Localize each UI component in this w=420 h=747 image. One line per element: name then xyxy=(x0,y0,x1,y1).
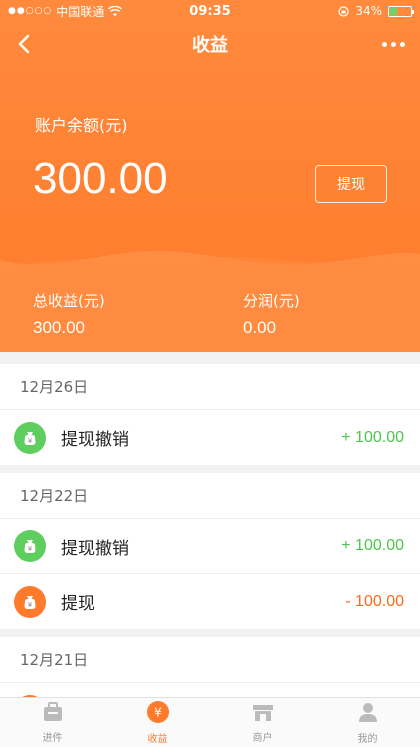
transaction-amount: + 100.00 xyxy=(341,537,404,554)
tab-bar: 进件 ¥ 收益 商户 我的 xyxy=(0,697,420,747)
status-right: 34% xyxy=(338,4,414,18)
tab-label: 我的 xyxy=(357,734,378,745)
balance-value: 300.00 xyxy=(33,154,168,203)
withdraw-button[interactable]: 提现 xyxy=(315,165,387,203)
money-bag-icon: ¥ xyxy=(14,421,46,454)
more-dot xyxy=(399,41,405,47)
group-date: 12月22日 xyxy=(0,473,420,519)
svg-text:¥: ¥ xyxy=(28,545,33,553)
rotation-lock-icon xyxy=(338,5,349,17)
earnings-header: ●●○○○ 中国联通 09:35 34% 收益 账户余额(元) 300.00 提… xyxy=(0,0,420,352)
profit-share-value: 0.00 xyxy=(243,318,277,337)
svg-text:¥: ¥ xyxy=(28,601,33,609)
transaction-row[interactable]: ¥ 提现 - 100.00 xyxy=(0,574,420,629)
money-bag-icon: ¥ xyxy=(14,530,46,562)
date-group: 12月26日 ¥ 提现撤销 + 100.00 xyxy=(0,364,420,465)
more-dot xyxy=(381,41,387,47)
navbar: 收益 xyxy=(0,22,420,66)
total-earnings-label: 总收益(元) xyxy=(33,292,105,310)
svg-text:¥: ¥ xyxy=(28,437,33,445)
tab-label: 进件 xyxy=(42,733,63,744)
tab-label: 商户 xyxy=(252,733,273,744)
transaction-title: 提现撤销 xyxy=(61,430,129,450)
transaction-amount: + 100.00 xyxy=(341,428,404,446)
transaction-row[interactable]: ¥ 提现撤销 + 100.00 xyxy=(0,519,420,574)
back-button[interactable] xyxy=(10,30,38,58)
date-group: 12月22日 ¥ 提现撤销 + 100.00 ¥ 提现 - 100.00 xyxy=(0,473,420,629)
more-button[interactable] xyxy=(378,30,408,58)
profit-share-label: 分润(元) xyxy=(243,292,300,310)
wifi-icon xyxy=(108,5,123,16)
page-title: 收益 xyxy=(192,35,228,56)
briefcase-icon xyxy=(41,701,65,727)
yuan-icon: ¥ xyxy=(146,700,170,728)
status-bar: ●●○○○ 中国联通 09:35 34% xyxy=(0,0,420,22)
tab-2[interactable]: 商户 xyxy=(210,698,315,747)
tab-3[interactable]: 我的 xyxy=(315,698,420,747)
carrier-group: ●●○○○ 中国联通 xyxy=(8,3,123,20)
user-icon xyxy=(356,700,380,728)
signal-icon: ●●○○○ xyxy=(8,6,53,16)
tab-1[interactable]: ¥ 收益 xyxy=(105,698,210,747)
more-dot xyxy=(390,41,396,47)
total-earnings-value: 300.00 xyxy=(33,318,85,337)
chevron-left-icon xyxy=(18,34,30,54)
transaction-row[interactable]: ¥ 提现撤销 + 100.00 xyxy=(0,410,420,465)
transaction-title: 提现 xyxy=(61,594,95,614)
carrier-name: 中国联通 xyxy=(56,4,105,19)
money-bag-icon: ¥ xyxy=(14,585,46,618)
group-date: 12月21日 xyxy=(0,637,420,683)
transaction-list: 12月26日 ¥ 提现撤销 + 100.00 12月22日 ¥ 提现撤销 + 100.00 ¥ 提… xyxy=(0,364,420,746)
group-date: 12月26日 xyxy=(0,364,420,410)
balance-label: 账户余额(元) xyxy=(35,116,128,135)
shop-icon xyxy=(251,701,275,727)
tab-label: 收益 xyxy=(147,734,168,745)
transaction-title: 提现撤销 xyxy=(61,538,129,559)
transaction-amount: - 100.00 xyxy=(345,592,404,610)
tab-0[interactable]: 进件 xyxy=(0,698,105,747)
battery-percent: 34% xyxy=(355,4,382,18)
svg-text:¥: ¥ xyxy=(154,706,162,720)
battery-icon xyxy=(388,5,414,17)
